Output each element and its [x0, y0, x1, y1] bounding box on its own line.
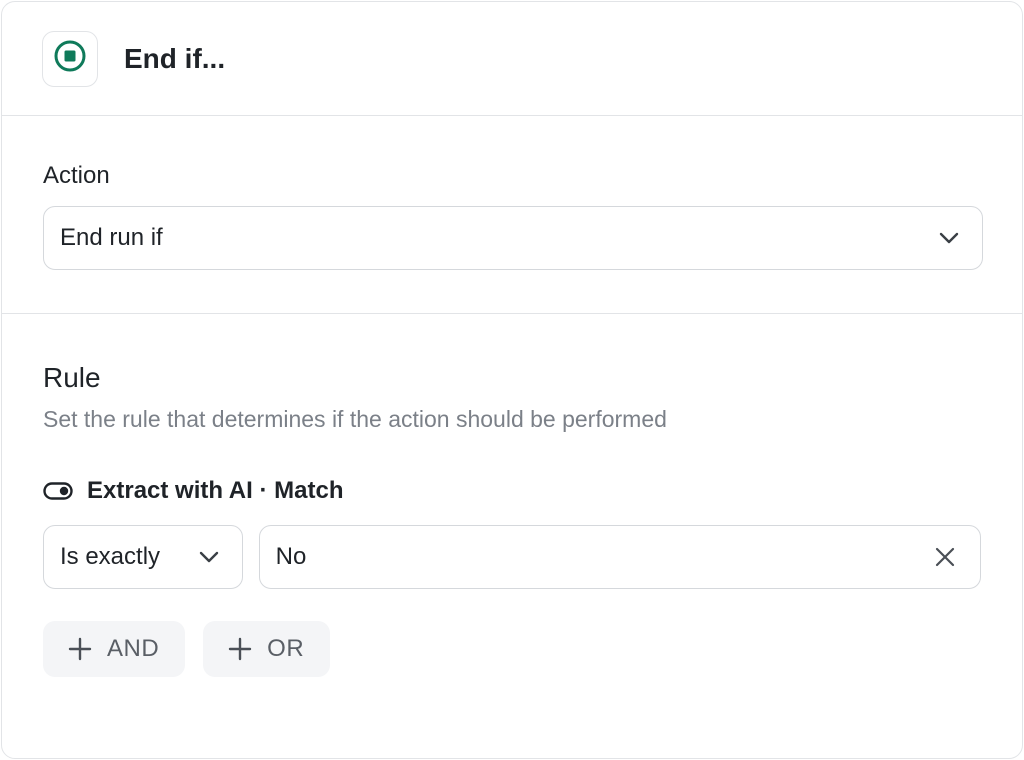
add-and-button[interactable]: AND [43, 621, 186, 677]
operator-select[interactable]: Is exactly [43, 525, 243, 589]
chevron-down-icon [198, 543, 220, 571]
panel-header: End if... [2, 2, 1022, 116]
logic-buttons: AND OR [43, 621, 981, 677]
add-or-button[interactable]: OR [203, 621, 331, 677]
rule-source-label: Extract with AI · Match [87, 477, 344, 504]
chevron-down-icon [938, 224, 960, 252]
add-and-label: AND [107, 635, 160, 662]
condition-row: Is exactly No [43, 525, 981, 589]
rule-title: Rule [43, 362, 101, 393]
plus-icon [227, 636, 253, 662]
action-select[interactable]: End run if [43, 206, 983, 270]
action-select-value: End run if [60, 224, 163, 251]
panel-title: End if... [124, 42, 226, 74]
rule-section: Rule Set the rule that determines if the… [2, 314, 1022, 677]
end-if-panel: End if... Action End run if Rule Set the… [1, 1, 1023, 759]
value-input-text: No [275, 543, 307, 570]
close-icon[interactable] [934, 546, 956, 568]
operator-select-value: Is exactly [60, 543, 161, 570]
plus-icon [67, 636, 93, 662]
action-section: Action End run if [2, 116, 1022, 314]
step-icon-box [42, 30, 98, 87]
action-label: Action [43, 162, 110, 189]
stop-circle-icon [53, 39, 87, 78]
toggle-icon [43, 482, 73, 500]
add-or-label: OR [267, 635, 305, 662]
rule-source: Extract with AI · Match [43, 477, 981, 505]
rule-description: Set the rule that determines if the acti… [43, 406, 667, 432]
value-input[interactable]: No [258, 525, 981, 589]
